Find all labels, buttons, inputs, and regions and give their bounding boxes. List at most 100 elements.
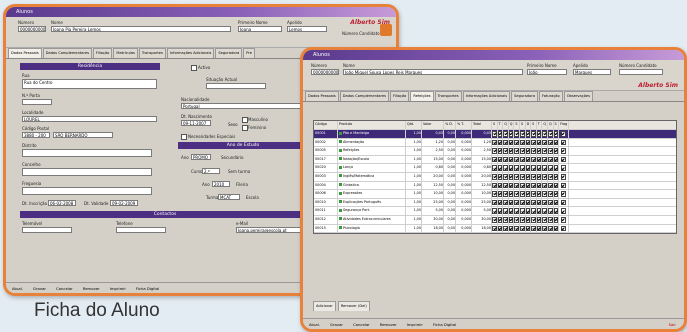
- day-checkbox[interactable]: [508, 182, 514, 189]
- flag-checkbox[interactable]: [560, 139, 567, 146]
- day-checkbox[interactable]: [514, 225, 519, 232]
- ficha-digital-button[interactable]: Ficha Digital: [136, 286, 159, 291]
- day-checkbox[interactable]: [492, 131, 497, 137]
- day-checkbox[interactable]: [519, 225, 525, 232]
- day-checkbox[interactable]: [519, 173, 525, 180]
- ficha-digital-button[interactable]: Ficha Digital: [433, 322, 456, 327]
- day-checkbox[interactable]: [497, 131, 503, 137]
- remover-del-button[interactable]: Remover (Del): [337, 301, 370, 311]
- flag-checkbox[interactable]: [560, 199, 567, 206]
- tab-transportes[interactable]: Transportes: [434, 91, 462, 101]
- table-row[interactable]: 00003 Inglês/Matemática 1,00 20,00 0,00 0,000…: [314, 172, 676, 182]
- turma-select[interactable]: MCAT: [218, 194, 240, 200]
- day-checkbox[interactable]: [547, 225, 553, 232]
- table-row[interactable]: 00020 Lanço 1,00 0,80 0,00 0,000 0,80: [314, 164, 676, 173]
- day-checkbox[interactable]: [547, 191, 553, 197]
- table-row[interactable]: 00006 Expressões 1,00 10,00 0,00 0,000 10,00: [314, 190, 676, 199]
- day-checkbox[interactable]: [553, 139, 559, 146]
- day-checkbox[interactable]: [536, 182, 542, 189]
- day-checkbox[interactable]: [503, 225, 508, 232]
- tab-seguradora[interactable]: Seguradora: [511, 91, 539, 101]
- tab-dados-complementares[interactable]: Dados Complementares: [42, 48, 92, 58]
- day-checkbox[interactable]: [514, 165, 519, 171]
- day-checkbox[interactable]: [492, 139, 497, 146]
- day-checkbox[interactable]: [497, 139, 503, 146]
- day-checkbox[interactable]: [525, 131, 531, 137]
- day-checkbox[interactable]: [508, 173, 514, 180]
- day-checkbox[interactable]: [547, 148, 553, 154]
- day-checkbox[interactable]: [497, 191, 503, 197]
- email-field[interactable]: Joana.pereira@escola.pt: [236, 227, 306, 233]
- inscricao-field[interactable]: 06-02-2008: [48, 200, 76, 206]
- flag-checkbox[interactable]: [560, 165, 567, 171]
- day-checkbox[interactable]: [492, 156, 497, 163]
- day-checkbox[interactable]: [525, 216, 531, 223]
- day-checkbox[interactable]: [508, 208, 514, 214]
- day-checkbox[interactable]: [503, 208, 508, 214]
- codigo-postal-local-field[interactable]: SÃO BERNARDO: [53, 132, 113, 138]
- day-checkbox[interactable]: [536, 148, 542, 154]
- telemovel-field[interactable]: [22, 227, 72, 233]
- day-checkbox[interactable]: [519, 191, 525, 197]
- day-checkbox[interactable]: [536, 208, 542, 214]
- day-checkbox[interactable]: [525, 156, 531, 163]
- day-checkbox[interactable]: [497, 165, 503, 171]
- remover-button[interactable]: Remover: [83, 286, 100, 291]
- flag-checkbox[interactable]: [560, 173, 567, 180]
- day-checkbox[interactable]: [531, 139, 536, 146]
- gravar-button[interactable]: Gravar: [33, 286, 46, 291]
- ativo-checkbox[interactable]: [191, 65, 197, 71]
- day-checkbox[interactable]: [542, 165, 547, 171]
- day-checkbox[interactable]: [497, 199, 503, 206]
- day-checkbox[interactable]: [508, 199, 514, 206]
- day-checkbox[interactable]: [553, 191, 559, 197]
- day-checkbox[interactable]: [536, 191, 542, 197]
- tab-transportes[interactable]: Transportes: [138, 48, 166, 58]
- day-checkbox[interactable]: [503, 139, 508, 146]
- day-checkbox[interactable]: [553, 131, 559, 137]
- day-checkbox[interactable]: [553, 199, 559, 206]
- flag-checkbox[interactable]: [560, 225, 567, 232]
- day-checkbox[interactable]: [531, 131, 536, 137]
- table-row[interactable]: 00011 Segurança Port. 1,00 5,00 0,00 0,000 5,0…: [314, 207, 676, 216]
- day-checkbox[interactable]: [492, 191, 497, 197]
- atual-button[interactable]: Atual.: [12, 286, 23, 291]
- day-checkbox[interactable]: [547, 173, 553, 180]
- codigo-postal-field[interactable]: 3880 - 200: [22, 132, 50, 138]
- day-checkbox[interactable]: [553, 216, 559, 223]
- day-checkbox[interactable]: [492, 148, 497, 154]
- day-checkbox[interactable]: [553, 225, 559, 232]
- day-checkbox[interactable]: [553, 156, 559, 163]
- day-checkbox[interactable]: [508, 156, 514, 163]
- table-row[interactable]: 00015 Psicologia 1,00 18,00 0,00 0,000 18,00: [314, 224, 676, 234]
- telefone-field[interactable]: [116, 227, 166, 233]
- day-checkbox[interactable]: [519, 182, 525, 189]
- day-checkbox[interactable]: [492, 173, 497, 180]
- day-checkbox[interactable]: [536, 156, 542, 163]
- numero-field[interactable]: 0000000000: [311, 69, 339, 75]
- tab-seguradora[interactable]: Seguradora: [215, 48, 243, 58]
- imprimir-button[interactable]: Imprimir: [110, 286, 126, 291]
- day-checkbox[interactable]: [536, 165, 542, 171]
- apelido-field[interactable]: Marques: [573, 69, 611, 75]
- day-checkbox[interactable]: [542, 208, 547, 214]
- day-checkbox[interactable]: [553, 208, 559, 214]
- day-checkbox[interactable]: [531, 216, 536, 223]
- adicionar-button[interactable]: Adicionar: [313, 301, 336, 311]
- day-checkbox[interactable]: [503, 165, 508, 171]
- day-checkbox[interactable]: [492, 208, 497, 214]
- tab-matriculas[interactable]: Matrículas: [113, 48, 138, 58]
- day-checkbox[interactable]: [525, 208, 531, 214]
- day-checkbox[interactable]: [497, 182, 503, 189]
- tab-informacoes[interactable]: Informações Adicionais: [462, 91, 511, 101]
- day-checkbox[interactable]: [508, 216, 514, 223]
- day-checkbox[interactable]: [547, 216, 553, 223]
- atual-button[interactable]: Atual.: [309, 322, 320, 327]
- day-checkbox[interactable]: [492, 216, 497, 223]
- day-checkbox[interactable]: [525, 148, 531, 154]
- tab-observacoes[interactable]: Observações: [563, 91, 593, 101]
- concelho-select[interactable]: [22, 168, 152, 176]
- day-checkbox[interactable]: [514, 182, 519, 189]
- primeiro-nome-field[interactable]: João: [527, 69, 567, 75]
- table-row[interactable]: 00005 Refeições 1,00 2,50 0,00 0,000 2,50: [314, 147, 676, 156]
